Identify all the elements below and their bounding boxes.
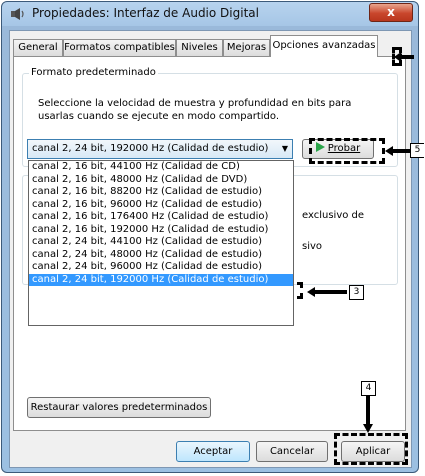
restore-defaults-button[interactable]: Restaurar valores predeterminados: [27, 397, 211, 418]
callout-4: 4: [361, 381, 376, 396]
annotation-box-test: [309, 138, 385, 164]
exclusive-mode-text-partial-2: sivo: [302, 241, 323, 252]
dropdown-option[interactable]: canal 2, 24 bit, 96000 Hz (Calidad de es…: [29, 261, 293, 274]
sample-rate-dropdown-list: canal 2, 16 bit, 44100 Hz (Calidad de CD…: [28, 160, 294, 326]
default-format-description: Seleccione la velocidad de muestra y pro…: [38, 98, 352, 122]
dropdown-option[interactable]: canal 2, 16 bit, 192000 Hz (Calidad de e…: [29, 224, 293, 237]
arrow-icon: [307, 287, 347, 297]
dropdown-option[interactable]: canal 2, 16 bit, 48000 Hz (Calidad de DV…: [29, 174, 293, 187]
dropdown-option[interactable]: canal 2, 16 bit, 176400 Hz (Calidad de e…: [29, 211, 293, 224]
window-title: Propiedades: Interfaz de Audio Digital: [32, 6, 259, 20]
exclusive-mode-text-partial: exclusivo de: [302, 210, 365, 221]
advanced-options-panel: Formato predeterminado Seleccione la vel…: [13, 56, 406, 431]
speaker-icon: [11, 8, 24, 20]
default-format-title: Formato predeterminado: [29, 67, 158, 78]
tab-opciones-avanzadas[interactable]: Opciones avanzadas: [270, 35, 378, 57]
title-bar: Propiedades: Interfaz de Audio Digital x: [2, 2, 418, 26]
dropdown-option[interactable]: canal 2, 16 bit, 44100 Hz (Calidad de CD…: [29, 161, 293, 174]
dropdown-option[interactable]: canal 2, 16 bit, 96000 Hz (Calidad de es…: [29, 199, 293, 212]
tab-general[interactable]: General: [13, 39, 63, 56]
dropdown-option[interactable]: canal 2, 16 bit, 88200 Hz (Calidad de es…: [29, 186, 293, 199]
tab-mejoras[interactable]: Mejoras: [223, 39, 270, 56]
arrow-icon: [394, 52, 414, 62]
annotation-box-apply: [334, 433, 408, 465]
cancel-button[interactable]: Cancelar: [256, 441, 328, 462]
tab-niveles[interactable]: Niveles: [176, 39, 223, 56]
callout-5: 5: [410, 143, 424, 158]
tab-formatos-compatibles[interactable]: Formatos compatibles: [63, 39, 176, 56]
sample-rate-combobox[interactable]: canal 2, 24 bit, 192000 Hz (Calidad de e…: [27, 139, 293, 159]
dialog-client-area: General Formatos compatibles Niveles Mej…: [9, 30, 412, 468]
ok-button[interactable]: Aceptar: [176, 441, 250, 462]
properties-window: Propiedades: Interfaz de Audio Digital x…: [1, 1, 419, 473]
arrow-icon: [385, 146, 413, 156]
combobox-selected-value: canal 2, 24 bit, 192000 Hz (Calidad de e…: [32, 143, 269, 154]
arrow-icon: [363, 395, 373, 433]
callout-3: 3: [349, 285, 364, 300]
chevron-down-icon[interactable]: ▼: [282, 140, 288, 158]
dropdown-option-selected[interactable]: canal 2, 24 bit, 192000 Hz (Calidad de e…: [29, 273, 293, 286]
dropdown-option[interactable]: canal 2, 24 bit, 44100 Hz (Calidad de es…: [29, 236, 293, 249]
close-button[interactable]: x: [369, 3, 413, 22]
dropdown-option[interactable]: canal 2, 24 bit, 48000 Hz (Calidad de es…: [29, 249, 293, 262]
